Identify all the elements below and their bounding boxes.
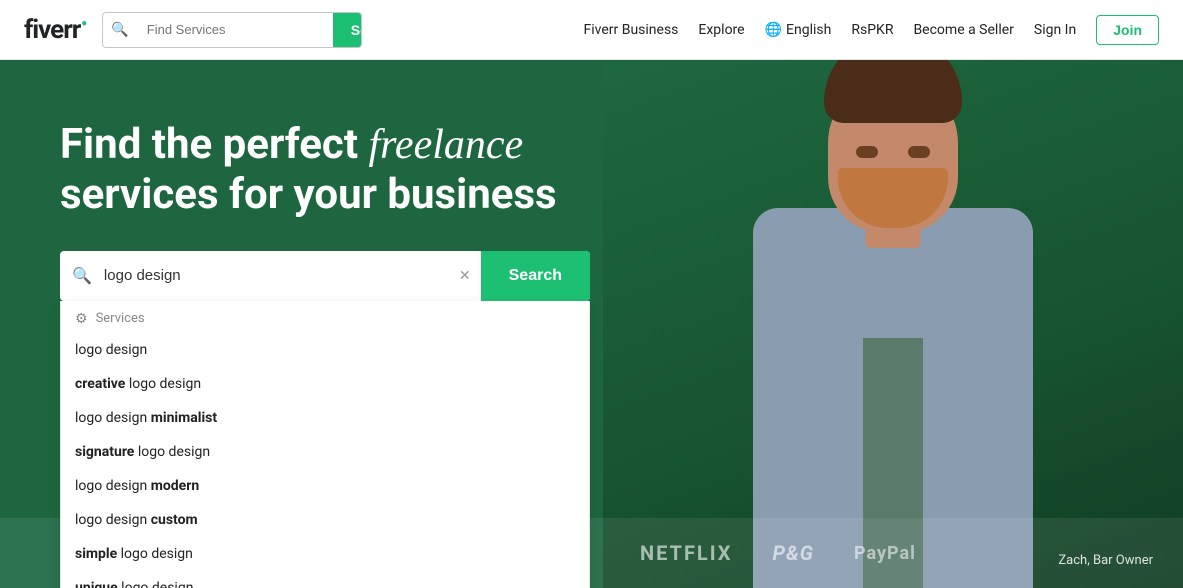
list-item[interactable]: signature logo design: [61, 435, 589, 469]
language-selector[interactable]: 🌐 English: [765, 22, 832, 38]
list-item[interactable]: logo design custom: [61, 503, 589, 537]
hero-section: Zach, Bar Owner Find the perfect freelan…: [0, 60, 1183, 588]
list-item[interactable]: creative logo design: [61, 367, 589, 401]
currency-link[interactable]: RsPKR: [851, 22, 893, 38]
become-seller-link[interactable]: Become a Seller: [913, 22, 1013, 38]
logo-text: fiverr: [24, 15, 80, 45]
list-item[interactable]: logo design: [61, 333, 589, 367]
nav-links: Fiverr Business Explore 🌐 English RsPKR …: [584, 15, 1160, 45]
explore-link[interactable]: Explore: [698, 22, 744, 38]
search-dropdown: ⚙ Services logo design creative logo des…: [60, 301, 590, 588]
hero-person: Zach, Bar Owner: [603, 60, 1183, 588]
list-item[interactable]: logo design modern: [61, 469, 589, 503]
hero-search-button[interactable]: Search: [481, 251, 590, 301]
list-item[interactable]: simple logo design: [61, 537, 589, 571]
services-icon: ⚙: [75, 311, 88, 327]
join-button[interactable]: Join: [1096, 15, 1159, 45]
dropdown-header: ⚙ Services: [61, 301, 589, 333]
clear-search-icon[interactable]: ✕: [449, 268, 481, 284]
nav-search-bar: 🔍 Search: [102, 12, 362, 48]
netflix-logo: NETFLIX: [640, 541, 732, 565]
paypal-logo: PayPal: [854, 543, 916, 564]
search-icon: 🔍: [103, 22, 136, 38]
pg-logo: P&G: [772, 541, 814, 565]
hero-title-italic: freelance: [368, 122, 523, 168]
sign-in-link[interactable]: Sign In: [1034, 22, 1076, 38]
list-item[interactable]: logo design minimalist: [61, 401, 589, 435]
person-figure: [603, 60, 1183, 588]
hero-title-part2: services for your business: [60, 170, 557, 219]
brand-logos: NETFLIX P&G PayPal: [640, 541, 916, 565]
fiverr-business-link[interactable]: Fiverr Business: [584, 22, 679, 38]
nav-search-button[interactable]: Search: [333, 12, 363, 48]
hero-title-part1: Find the perfect: [60, 120, 368, 169]
hero-search-bar: 🔍 ✕ Search: [60, 251, 590, 301]
hero-search-container: 🔍 ✕ Search ⚙ Services logo design creati…: [60, 251, 590, 301]
list-item[interactable]: unique logo design: [61, 571, 589, 588]
language-label: English: [786, 22, 831, 38]
navbar: fiverr● 🔍 Search Fiverr Business Explore…: [0, 0, 1183, 60]
hero-content: Find the perfect freelanceservices for y…: [60, 120, 590, 301]
hero-title: Find the perfect freelanceservices for y…: [60, 120, 590, 221]
nav-search-input[interactable]: [137, 13, 333, 47]
dropdown-section-label: Services: [96, 311, 145, 326]
logo-dot: ●: [81, 18, 86, 29]
hero-search-input[interactable]: [104, 251, 449, 301]
logo[interactable]: fiverr●: [24, 15, 86, 45]
hero-search-icon: 🔍: [60, 266, 104, 285]
globe-icon: 🌐: [765, 22, 782, 38]
